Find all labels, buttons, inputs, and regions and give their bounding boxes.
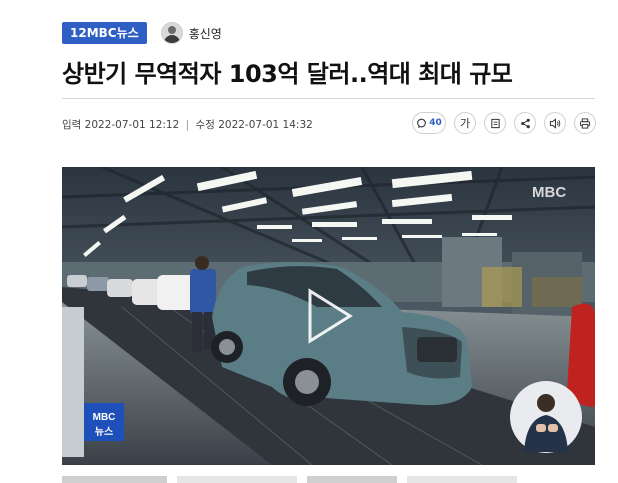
related-thumbnails — [62, 476, 595, 483]
comment-button[interactable]: 40 — [412, 112, 446, 134]
print-button[interactable] — [574, 112, 596, 134]
edit-label: 수정 — [195, 119, 215, 131]
broadcaster-logo: MBC — [532, 184, 566, 201]
edit-time: 2022-07-01 14:32 — [218, 119, 313, 131]
category-badge[interactable]: 12MBC뉴스 — [62, 22, 147, 44]
input-time: 2022-07-01 12:12 — [84, 119, 180, 131]
listen-button[interactable] — [544, 112, 566, 134]
video-frame: MBC MBC 뉴스 — [62, 167, 595, 465]
share-icon — [520, 118, 530, 128]
reporter[interactable]: 홍신영 — [160, 22, 222, 44]
speaker-icon — [549, 117, 561, 129]
meta-separator: | — [185, 119, 190, 131]
font-size-icon: 가 — [459, 117, 471, 130]
copy-icon — [490, 118, 500, 128]
news-logo-top: MBC — [93, 412, 116, 423]
article-meta: 입력 2022-07-01 12:12 | 수정 2022-07-01 14:3… — [62, 117, 313, 132]
print-icon — [579, 117, 591, 129]
comment-count: 40 — [429, 118, 442, 128]
article-toolbar: 40 가 — [412, 112, 596, 134]
input-label: 입력 — [62, 119, 82, 131]
share-button[interactable] — [514, 112, 536, 134]
font-size-button[interactable]: 가 — [454, 112, 476, 134]
news-logo-bottom: 뉴스 — [95, 426, 113, 438]
related-thumbnail[interactable] — [62, 476, 167, 483]
avatar — [160, 22, 183, 44]
related-thumbnail[interactable] — [177, 476, 297, 483]
related-thumbnail[interactable] — [407, 476, 517, 483]
article-title: 상반기 무역적자 103억 달러..역대 최대 규모 — [62, 60, 513, 88]
comment-icon — [417, 118, 427, 128]
video-player[interactable]: MBC MBC 뉴스 — [62, 167, 595, 465]
reporter-name[interactable]: 홍신영 — [189, 25, 222, 42]
copy-button[interactable] — [484, 112, 506, 134]
article-header: 12MBC뉴스 홍신영 — [62, 22, 222, 44]
related-thumbnail[interactable] — [307, 476, 397, 483]
title-divider — [62, 98, 595, 99]
